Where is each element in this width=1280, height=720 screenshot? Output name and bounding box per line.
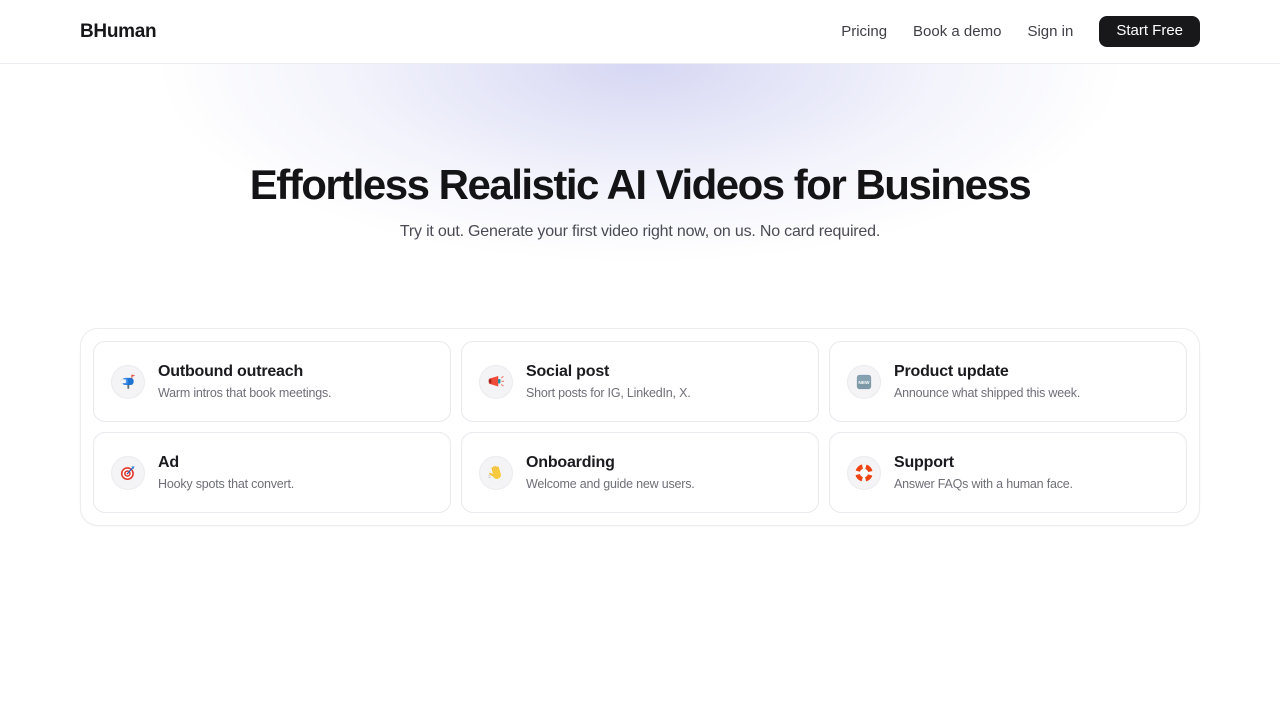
card-description: Warm intros that book meetings. [158,386,331,400]
use-case-panel: Outbound outreach Warm intros that book … [80,328,1200,526]
top-nav: BHuman Pricing Book a demo Sign in Start… [0,0,1280,64]
card-title: Support [894,454,1073,472]
svg-text:NEW: NEW [858,380,870,386]
nav-sign-in[interactable]: Sign in [1027,23,1073,40]
card-description: Hooky spots that convert. [158,477,294,491]
target-icon [111,456,145,490]
header-nav: Pricing Book a demo Sign in Start Free [841,16,1200,47]
hero-section: Effortless Realistic AI Videos for Busin… [0,64,1280,241]
nav-book-a-demo[interactable]: Book a demo [913,23,1001,40]
use-case-grid: Outbound outreach Warm intros that book … [93,341,1187,513]
nav-pricing[interactable]: Pricing [841,23,887,40]
waving-hand-icon [479,456,513,490]
card-description: Answer FAQs with a human face. [894,477,1073,491]
use-case-card-onboarding[interactable]: Onboarding Welcome and guide new users. [461,432,819,513]
use-case-card-ad[interactable]: Ad Hooky spots that convert. [93,432,451,513]
card-title: Onboarding [526,454,695,472]
start-free-button[interactable]: Start Free [1099,16,1200,47]
hero-title: Effortless Realistic AI Videos for Busin… [0,161,1280,209]
card-description: Announce what shipped this week. [894,386,1080,400]
use-case-card-product-update[interactable]: NEW Product update Announce what shipped… [829,341,1187,422]
card-description: Short posts for IG, LinkedIn, X. [526,386,691,400]
card-title: Social post [526,363,691,381]
megaphone-icon [479,365,513,399]
use-case-card-social-post[interactable]: Social post Short posts for IG, LinkedIn… [461,341,819,422]
card-title: Outbound outreach [158,363,331,381]
life-ring-icon [847,456,881,490]
card-description: Welcome and guide new users. [526,477,695,491]
mailbox-icon [111,365,145,399]
hero-subtitle: Try it out. Generate your first video ri… [0,223,1280,241]
page-main: Effortless Realistic AI Videos for Busin… [0,64,1280,526]
card-title: Ad [158,454,294,472]
brand-logo[interactable]: BHuman [80,21,156,43]
use-case-card-outbound-outreach[interactable]: Outbound outreach Warm intros that book … [93,341,451,422]
new-badge-icon: NEW [847,365,881,399]
card-title: Product update [894,363,1080,381]
use-case-card-support[interactable]: Support Answer FAQs with a human face. [829,432,1187,513]
